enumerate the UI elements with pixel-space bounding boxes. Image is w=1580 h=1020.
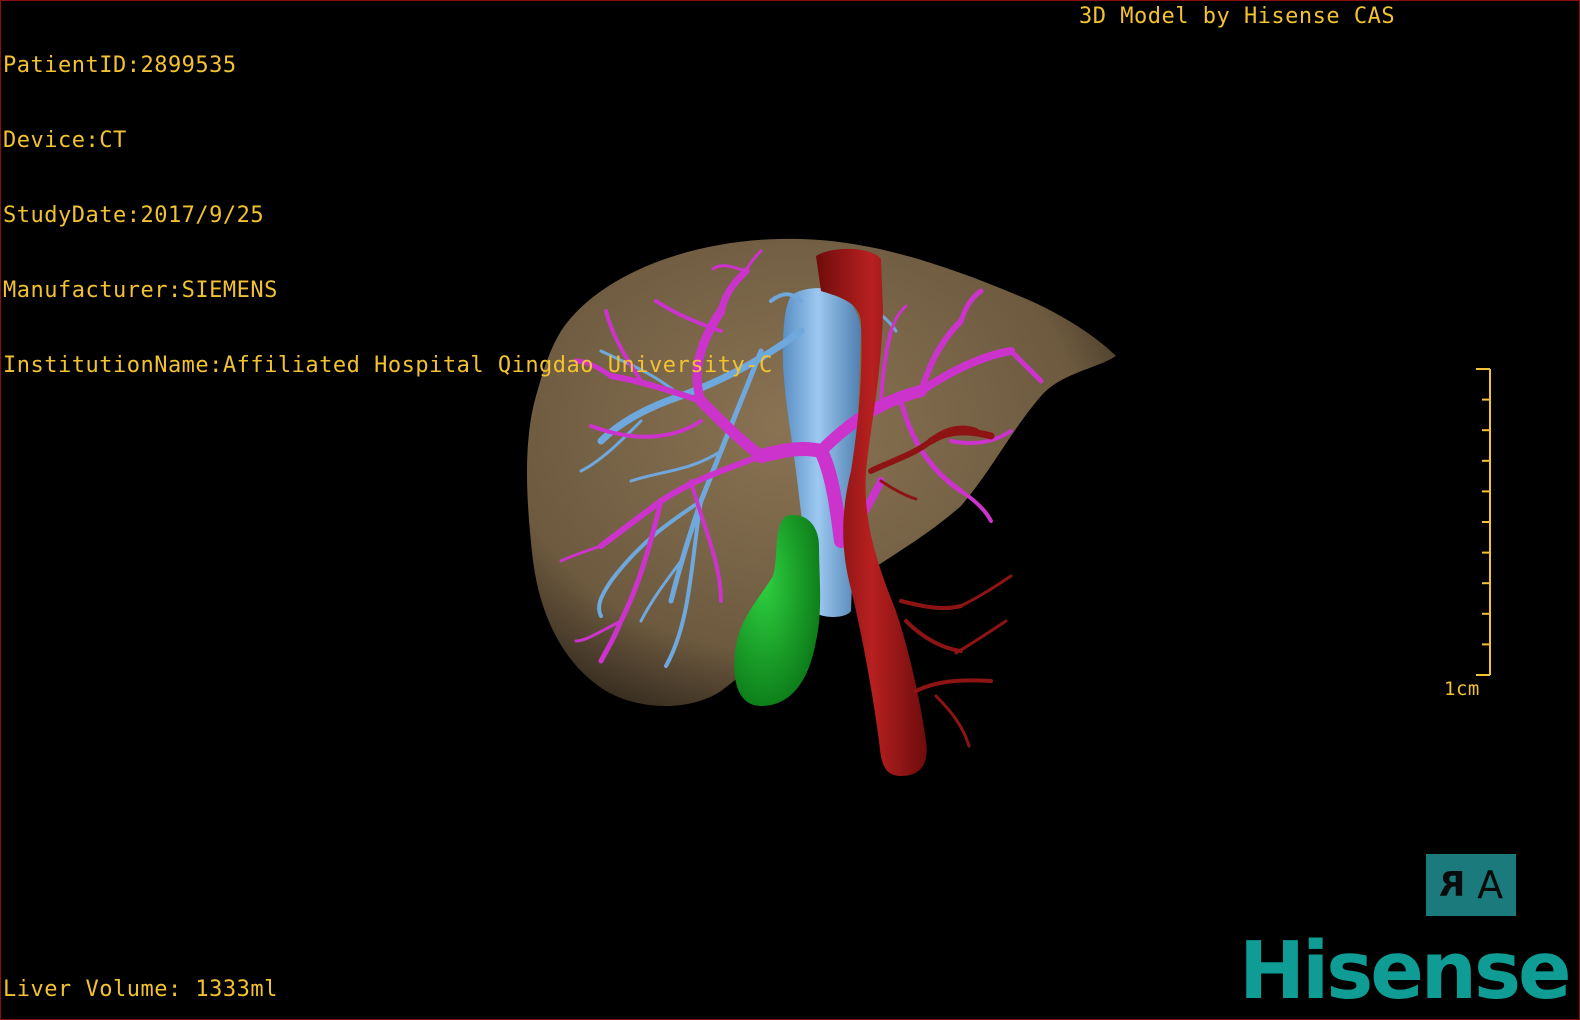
hisense-logo: Hisense (1239, 925, 1572, 1017)
institution-text: InstitutionName:Affiliated Hospital Qing… (3, 353, 773, 378)
patient-id-text: PatientID:2899535 (3, 53, 237, 78)
study-date-text: StudyDate:2017/9/25 (3, 203, 265, 228)
dicom-info-overlay: PatientID:2899535 Device:CT StudyDate:20… (3, 3, 773, 428)
scale-bar (1476, 368, 1491, 676)
3d-viewport[interactable]: PatientID:2899535 Device:CT StudyDate:20… (0, 0, 1580, 1020)
liver-volume-text: Liver Volume: 1333ml (3, 977, 278, 1002)
orientation-anterior-face: A (1477, 863, 1504, 907)
device-text: Device:CT (3, 128, 127, 153)
manufacturer-text: Manufacturer:SIEMENS (3, 278, 278, 303)
orientation-right-face: R (1438, 865, 1466, 905)
orientation-cube[interactable]: R A (1426, 854, 1516, 916)
scale-bar-label: 1cm (1444, 678, 1480, 700)
model-credit-text: 3D Model by Hisense CAS (1079, 4, 1396, 29)
